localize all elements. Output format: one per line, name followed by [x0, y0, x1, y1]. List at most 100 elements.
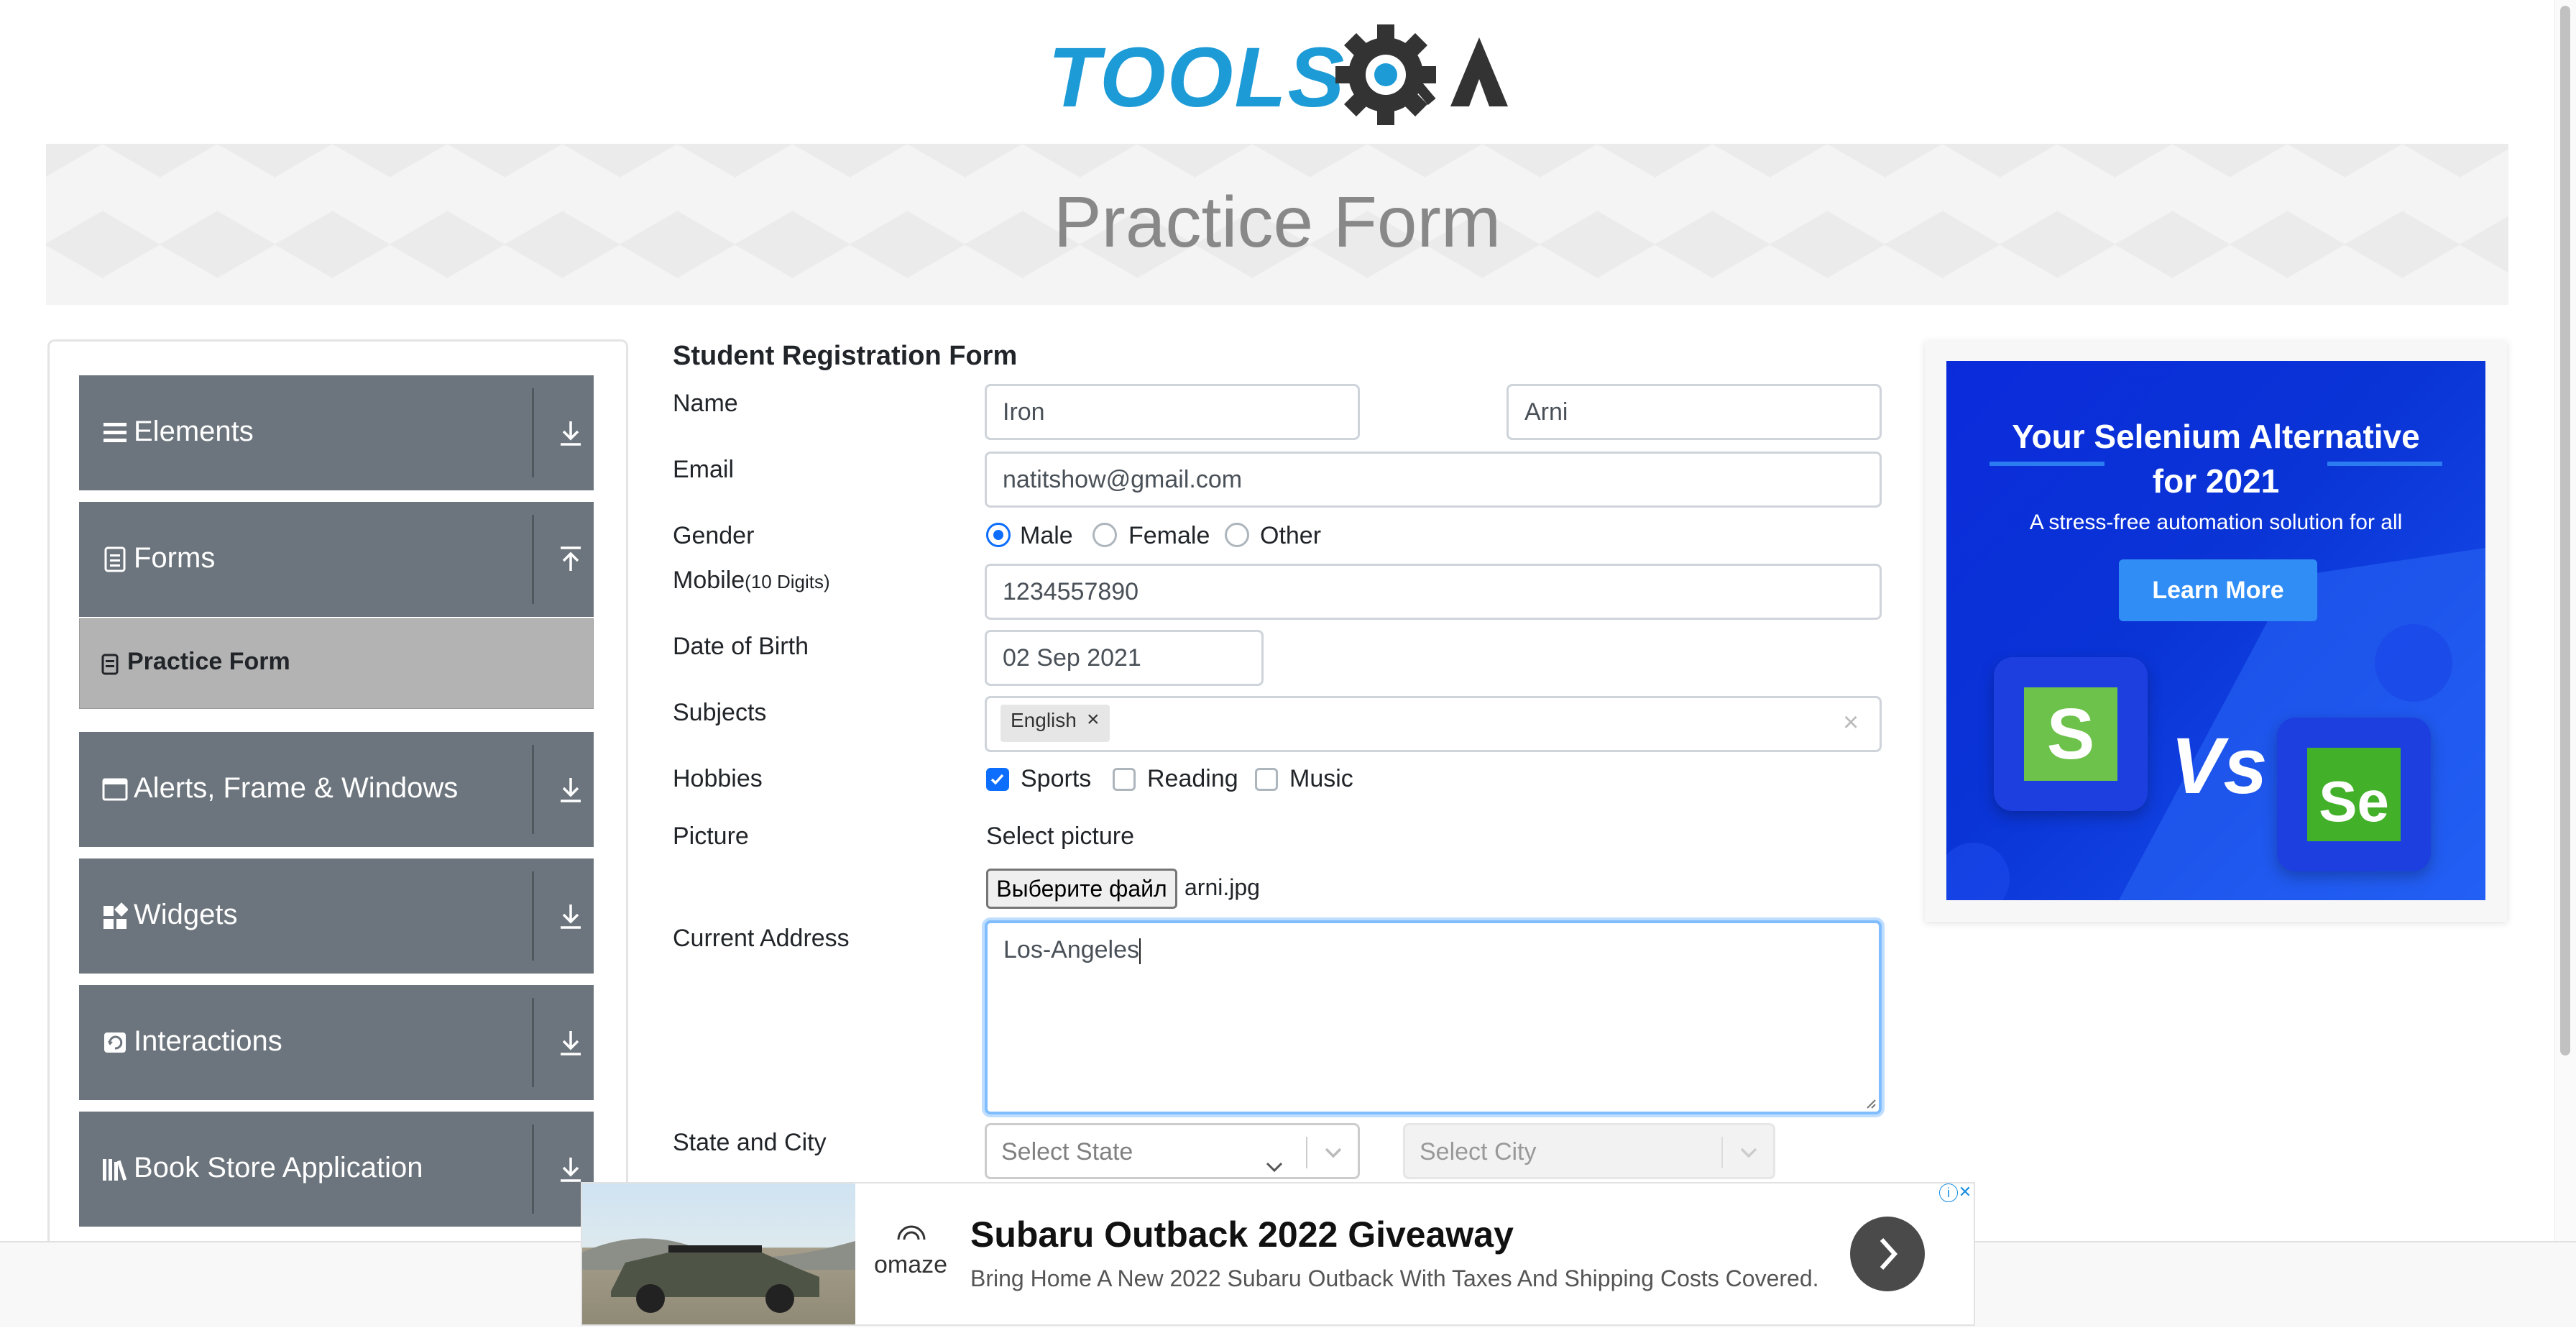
ad-info-icon[interactable]: i [1939, 1183, 1958, 1202]
name-label: Name [673, 390, 738, 417]
bottom-ad-next-button[interactable] [1850, 1217, 1925, 1291]
chevron-down-icon[interactable] [1323, 1145, 1343, 1160]
divider [532, 388, 534, 477]
hobbies-label: Hobbies [673, 765, 763, 792]
divider [532, 1125, 534, 1214]
sidebar-group-label: Elements [134, 416, 254, 447]
toolsqa-logo[interactable]: TOOLS [1048, 22, 1511, 129]
sidebar-group-label: Interactions [134, 1025, 282, 1057]
current-address-textarea[interactable]: Los-Angeles [985, 920, 1882, 1114]
text-caret [1139, 938, 1141, 965]
gender-label: Gender [673, 522, 755, 549]
learn-more-button[interactable]: Learn More [2119, 559, 2317, 621]
address-label: Current Address [673, 925, 850, 952]
car-illustration [582, 1238, 855, 1313]
hobby-music-checkbox[interactable] [1255, 768, 1278, 791]
sidebar-group-label: Forms [134, 542, 216, 574]
resize-handle-icon[interactable] [1864, 1097, 1876, 1109]
bottom-ad-description: Bring Home A New 2022 Subaru Outback Wit… [970, 1265, 1819, 1291]
interactions-icon [104, 1032, 126, 1053]
left-logo: S [2024, 687, 2117, 781]
document-icon [104, 546, 126, 572]
divider [532, 515, 534, 604]
hobby-sports-checkbox[interactable] [986, 768, 1009, 791]
widgets-icon [104, 902, 128, 929]
ad-close-icon[interactable]: ✕ [1956, 1183, 1974, 1201]
car-image [582, 1183, 855, 1324]
sidebar-group-interactions[interactable]: Interactions [79, 985, 594, 1100]
omaze-logo-icon [897, 1225, 926, 1240]
sidebar-group-book-store[interactable]: Book Store Application [79, 1112, 594, 1227]
sidebar-item-label: Practice Form [127, 648, 290, 675]
divider [1306, 1137, 1307, 1168]
hobby-reading-checkbox[interactable] [1113, 768, 1136, 791]
sidebar-group-alerts[interactable]: Alerts, Frame & Windows [79, 732, 594, 847]
scrollbar-thumb[interactable] [2560, 6, 2570, 1055]
chevron-down-icon[interactable] [558, 417, 584, 449]
hobby-music-label[interactable]: Music [1289, 765, 1353, 793]
side-ad[interactable]: Your Selenium Alternative for 2021 A str… [1946, 361, 2485, 900]
sidebar-group-label: Book Store Application [134, 1152, 423, 1183]
state-placeholder: Select State [1001, 1138, 1133, 1166]
sidebar-group-widgets[interactable]: Widgets [79, 858, 594, 974]
bottom-ad[interactable]: omaze Subaru Outback 2022 Giveaway Bring… [581, 1182, 1975, 1326]
mobile-label-text: Mobile [673, 567, 745, 594]
hobby-reading-label[interactable]: Reading [1147, 765, 1238, 793]
first-name-input[interactable]: Iron [985, 384, 1360, 440]
state-city-label: State and City [673, 1129, 827, 1156]
dob-input[interactable]: 02 Sep 2021 [985, 630, 1264, 686]
last-name-input[interactable]: Arni [1506, 384, 1882, 440]
subjects-input[interactable] [985, 696, 1882, 752]
subjects-label: Subjects [673, 699, 767, 726]
right-logo-tile: Se [2277, 718, 2431, 871]
chevron-down-icon[interactable] [558, 774, 584, 805]
address-value: Los-Angeles [1003, 936, 1140, 963]
ad-headline-line2: for 2021 [2152, 462, 2280, 500]
hobby-sports-label[interactable]: Sports [1021, 765, 1091, 793]
ad-subline: A stress-free automation solution for al… [2029, 510, 2403, 534]
chip-remove-icon[interactable]: × [1087, 707, 1100, 732]
gender-other-label[interactable]: Other [1260, 522, 1321, 550]
mobile-hint: (10 Digits) [745, 571, 830, 592]
choose-file-button[interactable]: Выберите файл [986, 869, 1177, 909]
form-icon [101, 654, 119, 675]
gender-female-radio[interactable] [1092, 523, 1117, 547]
city-placeholder: Select City [1420, 1138, 1537, 1166]
chevron-up-icon[interactable] [558, 544, 584, 575]
dob-label: Date of Birth [673, 633, 809, 660]
chevron-down-icon[interactable] [558, 1027, 584, 1058]
subject-chip: English × [1000, 705, 1110, 742]
email-input[interactable]: natitshow@gmail.com [985, 452, 1882, 508]
file-name: arni.jpg [1184, 874, 1260, 900]
gender-female-label[interactable]: Female [1128, 522, 1210, 550]
chevron-down-icon[interactable] [558, 900, 584, 932]
divider [532, 998, 534, 1087]
left-logo-tile: S [1994, 657, 2148, 811]
sidebar-group-label: Alerts, Frame & Windows [134, 772, 459, 804]
form-title: Student Registration Form [673, 341, 1018, 371]
sidebar-group-forms[interactable]: Forms [79, 502, 594, 617]
window-icon [102, 778, 128, 801]
gender-male-label[interactable]: Male [1020, 522, 1073, 550]
versus-text: Vs [2171, 722, 2268, 810]
sidebar-item-practice-form[interactable]: Practice Form [79, 618, 594, 709]
sidebar-group-label: Widgets [134, 899, 238, 930]
page-title: Practice Form [1053, 182, 1501, 262]
picture-label: Picture [673, 823, 749, 850]
sidebar-group-elements[interactable]: Elements [79, 375, 594, 490]
email-label: Email [673, 456, 735, 483]
subjects-clear-icon[interactable]: × [1843, 707, 1859, 738]
city-select[interactable]: Select City [1403, 1123, 1775, 1179]
picture-prompt: Select picture [986, 823, 1134, 850]
gender-other-radio[interactable] [1225, 523, 1249, 547]
state-select[interactable]: Select State [985, 1123, 1360, 1179]
ad-headline-line1: Your Selenium Alternative [2012, 418, 2420, 455]
bottom-ad-title: Subaru Outback 2022 Giveaway [970, 1214, 1514, 1255]
chevron-down-icon [1266, 1162, 1283, 1173]
mobile-input[interactable]: 1234557890 [985, 564, 1882, 620]
chevron-down-icon[interactable] [558, 1153, 584, 1185]
list-icon [104, 423, 126, 442]
checkmark-icon [990, 774, 1004, 785]
chevron-down-icon[interactable] [1739, 1145, 1759, 1160]
gender-male-radio[interactable] [986, 523, 1011, 547]
